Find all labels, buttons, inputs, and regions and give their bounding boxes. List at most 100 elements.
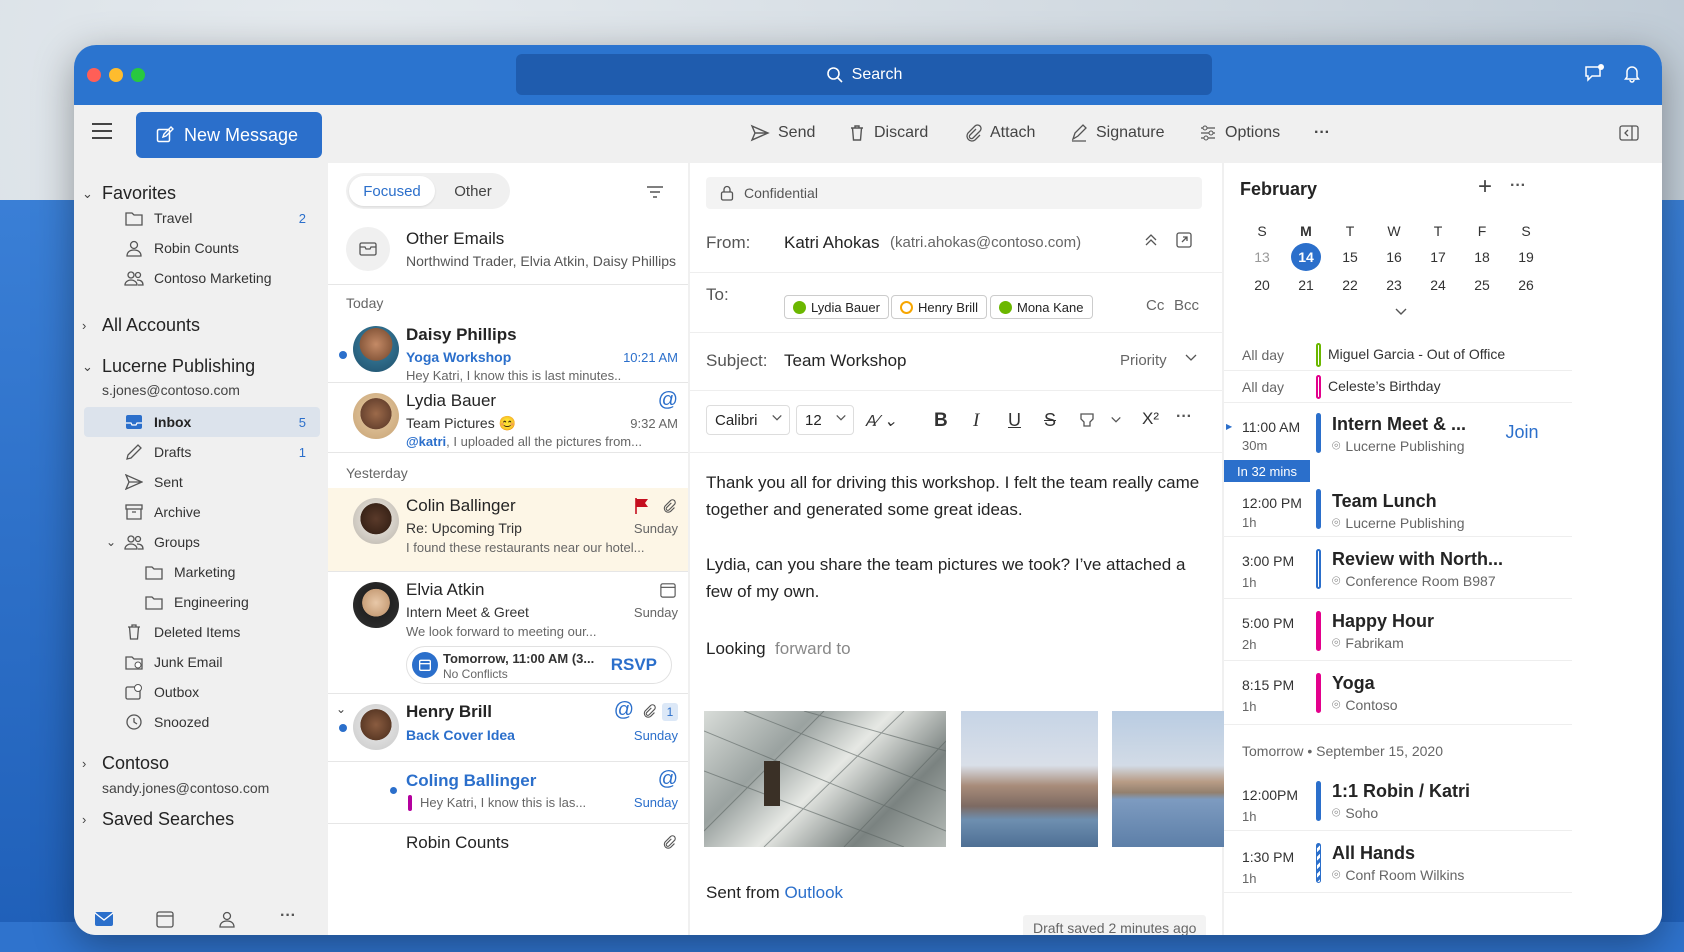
message-body-paragraph[interactable]: Thank you all for driving this workshop.… <box>706 469 1206 523</box>
event-row[interactable]: 12:00 PM 1h Team Lunch ⌾ Lucerne Publishi… <box>1224 479 1572 537</box>
priority-dropdown[interactable]: Priority <box>1120 352 1167 369</box>
folder-archive[interactable]: Archive <box>84 497 320 527</box>
font-size-dropdown[interactable]: 12 <box>796 405 854 435</box>
lucerne-account-header[interactable]: ⌄ Lucerne Publishing <box>82 356 255 377</box>
folder-inbox[interactable]: Inbox 5 <box>84 407 320 437</box>
calendar-day[interactable]: 18 <box>1460 249 1504 265</box>
message-row-colin-ballinger[interactable]: Colin Ballinger Re: Upcoming Trip Sunday… <box>328 488 688 572</box>
menu-icon[interactable] <box>92 123 112 141</box>
bell-icon[interactable] <box>1622 63 1642 83</box>
close-window-button[interactable] <box>87 68 101 82</box>
calendar-day[interactable]: 16 <box>1372 249 1416 265</box>
rsvp-button[interactable]: RSVP <box>611 655 657 675</box>
expand-calendar-icon[interactable] <box>1394 307 1408 317</box>
other-emails-row[interactable]: Other Emails Northwind Trader, Elvia Atk… <box>328 219 688 285</box>
event-row[interactable]: ▶ 11:00 AM 30m Intern Meet & ... ⌾ Lucern… <box>1224 403 1572 459</box>
favorites-header[interactable]: ⌄ Favorites <box>82 183 176 204</box>
message-body-line[interactable]: Looking forward to <box>706 639 851 659</box>
italic-icon[interactable]: I <box>973 410 979 432</box>
more-format-button[interactable]: ··· <box>1176 408 1192 426</box>
add-event-icon[interactable]: + <box>1478 173 1492 201</box>
outlook-link[interactable]: Outlook <box>784 883 843 902</box>
search-bar[interactable]: Search <box>516 54 1212 95</box>
text-effects-icon[interactable]: A⁄ ⌄ <box>866 411 897 431</box>
calendar-day[interactable]: 19 <box>1504 249 1548 265</box>
allday-event-row[interactable]: All day Miguel Garcia - Out of Office <box>1224 339 1572 371</box>
all-accounts-header[interactable]: › All Accounts <box>82 315 200 336</box>
tab-focused[interactable]: Focused <box>349 176 435 206</box>
calendar-day[interactable]: 20 <box>1240 277 1284 293</box>
event-row[interactable]: 3:00 PM 1h Review with North... ⌾ Confere… <box>1224 537 1572 599</box>
new-message-button[interactable]: New Message <box>136 112 322 158</box>
underline-icon[interactable]: U <box>1008 410 1021 431</box>
message-row-elvia-atkin[interactable]: Elvia Atkin Intern Meet & Greet Sunday W… <box>328 572 688 694</box>
filter-icon[interactable] <box>646 185 664 199</box>
more-apps-button[interactable]: ··· <box>280 907 296 925</box>
minimize-window-button[interactable] <box>109 68 123 82</box>
event-row[interactable]: 8:15 PM 1h Yoga ⌾ Contoso <box>1224 661 1572 725</box>
calendar-icon[interactable] <box>156 910 174 928</box>
recipient-chip[interactable]: Mona Kane <box>990 295 1093 319</box>
attached-photo-city[interactable] <box>961 711 1098 847</box>
superscript-icon[interactable]: X² <box>1142 409 1159 429</box>
calendar-day[interactable]: 21 <box>1284 277 1328 293</box>
favorite-contoso-marketing[interactable]: Contoso Marketing <box>84 263 320 293</box>
tab-other[interactable]: Other <box>438 176 508 206</box>
calendar-day[interactable]: 17 <box>1416 249 1460 265</box>
bcc-button[interactable]: Bcc <box>1174 297 1199 314</box>
folder-outbox[interactable]: Outbox <box>84 677 320 707</box>
message-row-lydia-bauer[interactable]: Lydia Bauer @ Team Pictures 😊 9:32 AM @k… <box>328 383 688 453</box>
folder-engineering[interactable]: Engineering <box>84 587 320 617</box>
calendar-day-today[interactable]: 14 <box>1291 243 1321 271</box>
favorite-travel[interactable]: Travel 2 <box>84 203 320 233</box>
folder-drafts[interactable]: Drafts 1 <box>84 437 320 467</box>
chevron-down-icon[interactable] <box>1184 353 1198 363</box>
discard-button[interactable]: Discard <box>848 124 928 142</box>
cc-button[interactable]: Cc <box>1146 297 1164 314</box>
message-row-daisy-phillips[interactable]: Daisy Phillips Yoga Workshop 10:21 AM He… <box>328 318 688 383</box>
event-row[interactable]: 5:00 PM 2h Happy Hour ⌾ Fabrikam <box>1224 599 1572 661</box>
calendar-day[interactable]: 15 <box>1328 249 1372 265</box>
maximize-window-button[interactable] <box>131 68 145 82</box>
allday-event-row[interactable]: All day Celeste’s Birthday <box>1224 371 1572 403</box>
collapse-icon[interactable] <box>1144 233 1158 247</box>
attached-photo-building[interactable] <box>704 711 946 847</box>
flag-icon[interactable] <box>634 497 650 515</box>
signature-button[interactable]: Signature <box>1070 124 1165 142</box>
favorite-robin-counts[interactable]: Robin Counts <box>84 233 320 263</box>
calendar-day[interactable]: 24 <box>1416 277 1460 293</box>
message-row-coling-ballinger[interactable]: Coling Ballinger @ Hey Katri, I know thi… <box>328 762 688 824</box>
strikethrough-icon[interactable]: S <box>1044 410 1056 431</box>
event-row[interactable]: 12:00PM 1h 1:1 Robin / Katri ⌾ Soho <box>1224 769 1572 831</box>
event-row[interactable]: 1:30 PM 1h All Hands ⌾ Conf Room Wilkins <box>1224 831 1572 893</box>
folder-snoozed[interactable]: Snoozed <box>84 707 320 737</box>
sensitivity-label[interactable]: Confidential <box>706 177 1202 209</box>
feedback-icon[interactable] <box>1584 63 1606 83</box>
chevron-down-icon[interactable] <box>1110 415 1122 425</box>
attach-button[interactable]: Attach <box>964 124 1035 142</box>
folder-marketing[interactable]: Marketing <box>84 557 320 587</box>
from-name[interactable]: Katri Ahokas <box>784 233 879 253</box>
folder-groups[interactable]: ⌄ Groups <box>84 527 320 557</box>
mail-icon[interactable] <box>94 911 114 927</box>
send-button[interactable]: Send <box>750 124 815 142</box>
message-row-robin-counts[interactable]: Robin Counts <box>328 824 688 864</box>
recipient-chip[interactable]: Henry Brill <box>891 295 987 319</box>
contoso-account-header[interactable]: › Contoso <box>82 753 169 774</box>
chevron-down-icon[interactable]: ⌄ <box>336 702 346 716</box>
panel-toggle-icon[interactable] <box>1619 124 1639 142</box>
calendar-day[interactable]: 13 <box>1240 249 1284 265</box>
saved-searches-header[interactable]: › Saved Searches <box>82 809 234 830</box>
people-icon[interactable] <box>218 910 236 928</box>
highlighter-icon[interactable] <box>1078 411 1096 429</box>
folder-sent[interactable]: Sent <box>84 467 320 497</box>
calendar-day[interactable]: 23 <box>1372 277 1416 293</box>
pop-out-icon[interactable] <box>1176 232 1192 248</box>
message-row-henry-brill[interactable]: ⌄ Henry Brill @ 1 Back Cover Idea Sunday <box>328 694 688 762</box>
font-family-dropdown[interactable]: Calibri <box>706 405 790 435</box>
join-button[interactable]: Join <box>1492 417 1552 447</box>
message-body-paragraph[interactable]: Lydia, can you share the team pictures w… <box>706 551 1206 605</box>
calendar-day[interactable]: 26 <box>1504 277 1548 293</box>
folder-junk-email[interactable]: Junk Email <box>84 647 320 677</box>
more-actions-button[interactable]: ··· <box>1314 124 1330 142</box>
